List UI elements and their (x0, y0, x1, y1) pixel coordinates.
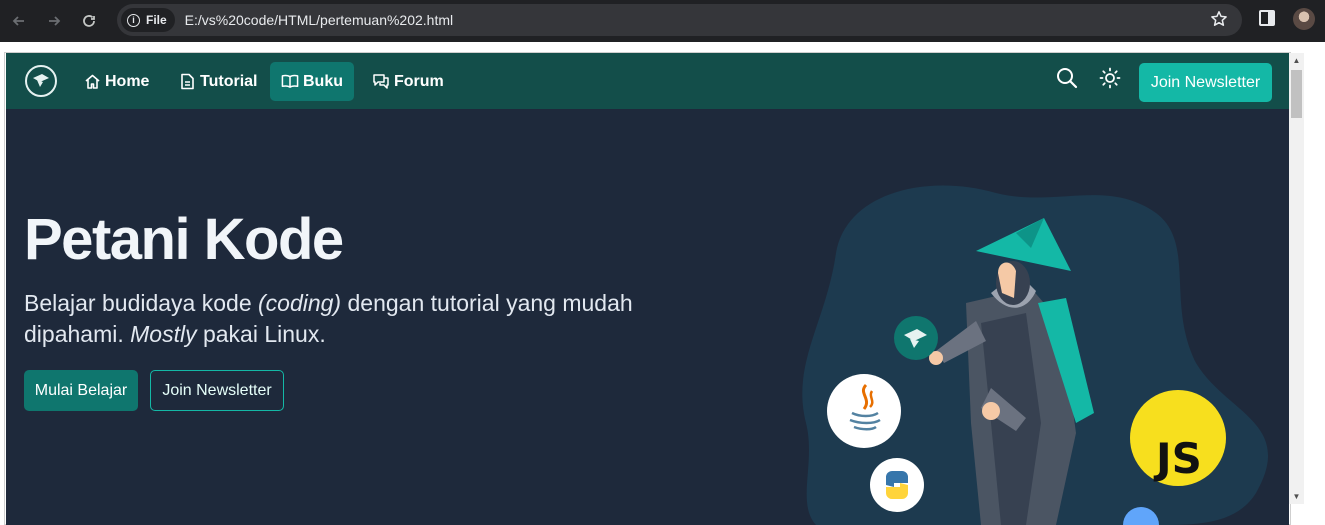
bookmark-star-icon[interactable] (1210, 10, 1228, 33)
profile-avatar[interactable] (1293, 8, 1315, 30)
site-chip-label: File (146, 13, 167, 27)
nav-item-label: Tutorial (200, 72, 258, 90)
js-label: JS (1153, 434, 1202, 483)
page-scrollbar[interactable]: ▲ ▼ (1289, 53, 1304, 504)
hero-lead: Belajar budidaya kode (coding) dengan tu… (24, 288, 664, 350)
theme-toggle-sun-icon[interactable] (1099, 67, 1121, 94)
address-bar[interactable]: i File E:/vs%20code/HTML/pertemuan%202.h… (117, 4, 1242, 36)
join-newsletter-nav-button[interactable]: Join Newsletter (1139, 63, 1272, 102)
lead-text: pakai Linux. (196, 321, 326, 347)
python-logo (870, 458, 924, 512)
site-info-chip[interactable]: i File (121, 8, 175, 32)
reload-icon[interactable] (73, 5, 105, 37)
lead-text: Belajar budidaya kode (24, 290, 258, 316)
browser-toolbar: i File E:/vs%20code/HTML/pertemuan%202.h… (0, 0, 1325, 42)
scroll-up-icon[interactable]: ▲ (1289, 53, 1304, 68)
book-icon (281, 73, 299, 91)
website-page: Home Tutorial Buku Forum Join Newsletter… (6, 53, 1289, 525)
nav-item-buku[interactable]: Buku (270, 62, 354, 101)
join-newsletter-hero-button[interactable]: Join Newsletter (150, 370, 284, 411)
nav-item-home[interactable]: Home (72, 62, 160, 101)
lead-italic-coding: (coding) (258, 290, 342, 316)
document-icon (178, 73, 196, 91)
back-arrow-icon[interactable] (3, 5, 35, 37)
hero-title: Petani Kode (24, 207, 344, 272)
hero-illustration: JS (802, 185, 1269, 525)
url-text[interactable]: E:/vs%20code/HTML/pertemuan%202.html (185, 12, 453, 28)
page-viewport: Home Tutorial Buku Forum Join Newsletter… (0, 42, 1325, 525)
nav-item-label: Forum (394, 72, 444, 90)
chat-icon (372, 73, 390, 91)
search-icon[interactable] (1056, 67, 1078, 94)
nav-item-forum[interactable]: Forum (361, 62, 455, 101)
scroll-down-icon[interactable]: ▼ (1289, 489, 1304, 504)
side-panel-icon[interactable] (1259, 10, 1275, 26)
scroll-thumb[interactable] (1291, 70, 1302, 118)
lead-italic-mostly: Mostly (130, 321, 197, 347)
site-navbar: Home Tutorial Buku Forum Join Newsletter (6, 53, 1289, 109)
nav-item-tutorial[interactable]: Tutorial (167, 62, 268, 101)
nav-item-label: Buku (303, 72, 343, 90)
mulai-belajar-button[interactable]: Mulai Belajar (24, 370, 138, 411)
petanikode-logo-icon[interactable] (25, 65, 57, 97)
forward-arrow-icon[interactable] (38, 5, 70, 37)
home-icon (83, 73, 101, 91)
nav-item-label: Home (105, 72, 150, 90)
info-icon: i (127, 13, 140, 27)
